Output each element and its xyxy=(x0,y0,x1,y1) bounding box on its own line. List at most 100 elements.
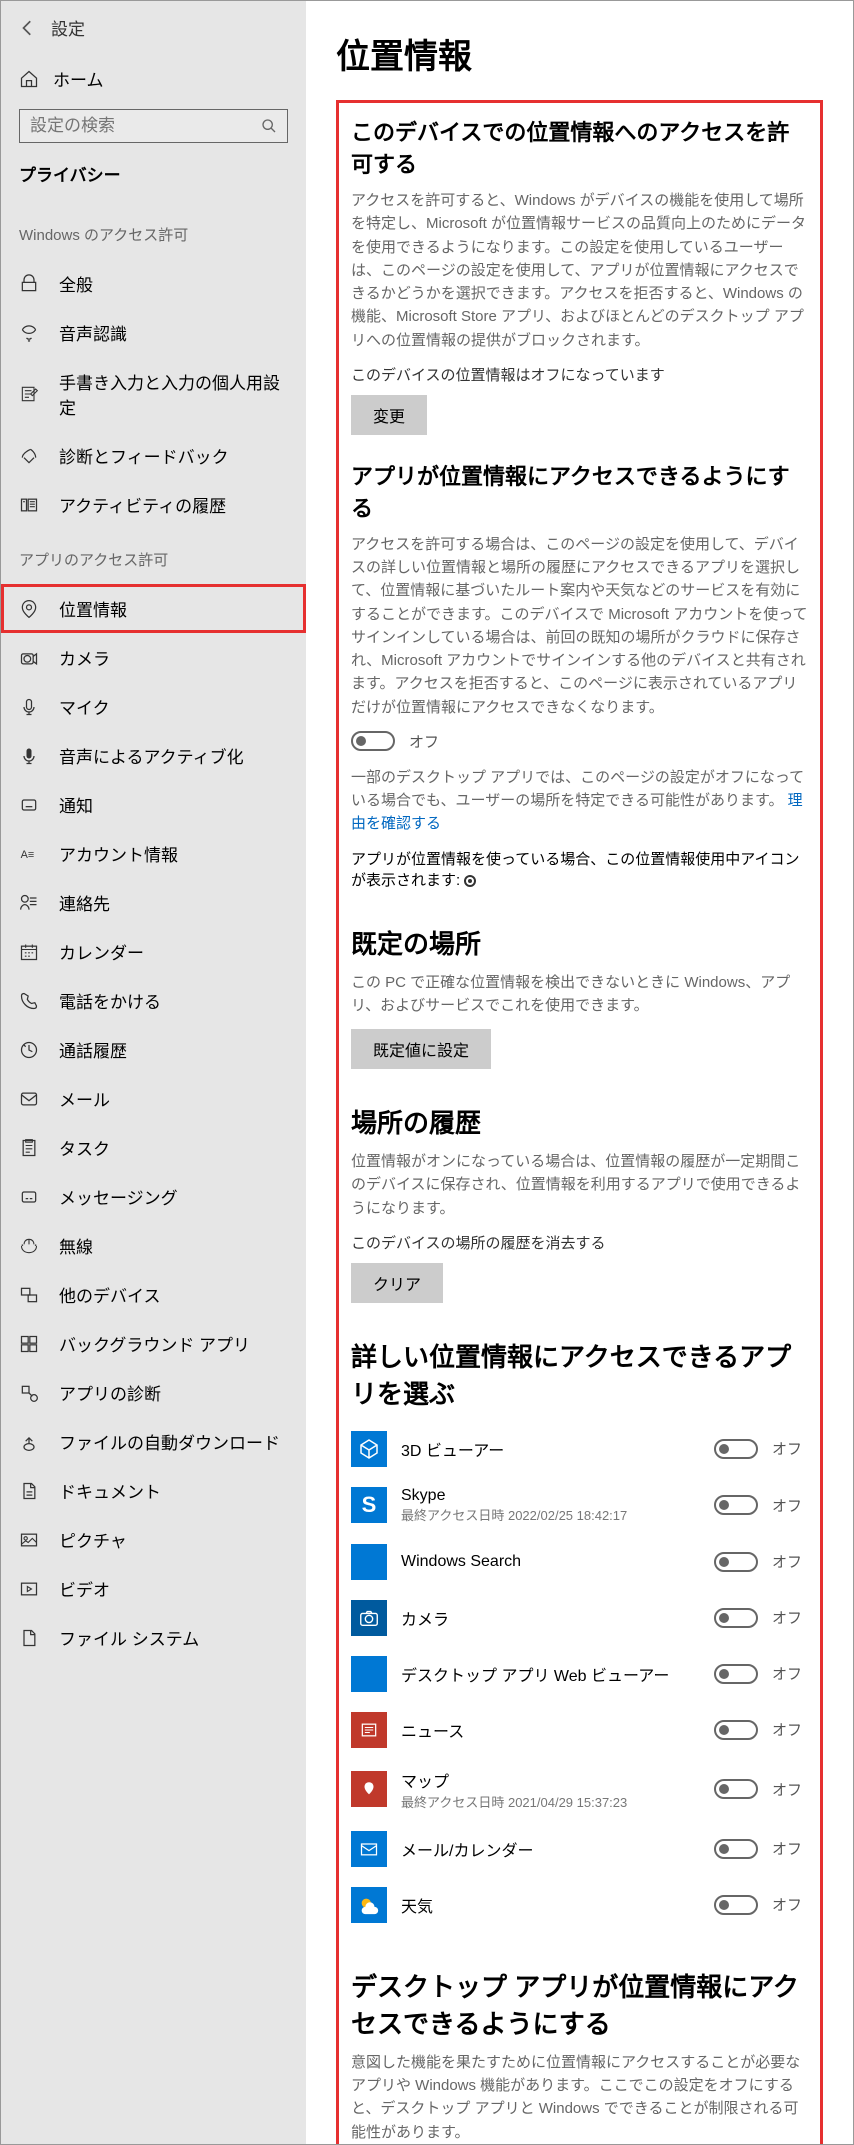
back-button[interactable] xyxy=(19,19,37,37)
sidebar-item[interactable]: 他のデバイス xyxy=(1,1270,306,1319)
sidebar-item-label: バックグラウンド アプリ xyxy=(59,1331,250,1356)
sidebar-item-label: マイク xyxy=(59,694,110,719)
sidebar-item-label: 連絡先 xyxy=(59,890,110,915)
sidebar-item[interactable]: メッセージング xyxy=(1,1172,306,1221)
app-toggle[interactable] xyxy=(714,1552,758,1572)
app-icon xyxy=(351,1771,387,1807)
sidebar-item[interactable]: 音声認識 xyxy=(1,308,306,357)
sidebar-item-icon xyxy=(19,942,39,962)
sidebar-item-icon xyxy=(19,1236,39,1256)
sidebar-item[interactable]: メール xyxy=(1,1074,306,1123)
sidebar-item[interactable]: カレンダー xyxy=(1,927,306,976)
sidebar-item[interactable]: ドキュメント xyxy=(1,1466,306,1515)
sidebar-item-icon xyxy=(19,1089,39,1109)
set-default-button[interactable]: 既定値に設定 xyxy=(351,1029,491,1069)
sidebar-item[interactable]: 音声によるアクティブ化 xyxy=(1,731,306,780)
sidebar-item[interactable]: ピクチャ xyxy=(1,1515,306,1564)
app-last-access: 最終アクセス日時 2021/04/29 15:37:23 xyxy=(401,1792,700,1811)
sidebar-item[interactable]: カメラ xyxy=(1,633,306,682)
app-row: Windows Searchオフ xyxy=(351,1534,808,1590)
sidebar-item-icon xyxy=(19,1530,39,1550)
sidebar-item-icon xyxy=(19,1040,39,1060)
app-toggle[interactable] xyxy=(714,1779,758,1799)
sidebar-item[interactable]: A≡アカウント情報 xyxy=(1,829,306,878)
app-icon: S xyxy=(351,1487,387,1523)
app-row: 天気オフ xyxy=(351,1877,808,1933)
sidebar-item-label: カメラ xyxy=(59,645,110,670)
sidebar-item[interactable]: マイク xyxy=(1,682,306,731)
app-icon xyxy=(351,1656,387,1692)
sidebar-item-icon xyxy=(19,274,39,294)
search-input[interactable] xyxy=(30,116,261,136)
sidebar-item[interactable]: 手書き入力と入力の個人用設定 xyxy=(1,357,306,431)
sidebar-item-label: アプリの診断 xyxy=(59,1380,161,1405)
sidebar-item[interactable]: ビデオ xyxy=(1,1564,306,1613)
sidebar-item-label: ビデオ xyxy=(59,1576,110,1601)
app-name: メール/カレンダー xyxy=(401,1837,700,1861)
sidebar-heading-windows: Windows のアクセス許可 xyxy=(1,204,306,259)
app-last-access: 最終アクセス日時 2022/02/25 18:42:17 xyxy=(401,1505,700,1524)
app-row: カメラオフ xyxy=(351,1590,808,1646)
home-nav[interactable]: ホーム xyxy=(1,58,306,109)
page-title: 位置情報 xyxy=(336,29,823,78)
app-toggle[interactable] xyxy=(714,1439,758,1459)
sidebar-item-icon xyxy=(19,1138,39,1158)
sidebar-item-icon xyxy=(19,1285,39,1305)
sidebar-item[interactable]: 通知 xyxy=(1,780,306,829)
section-choose-apps-title: 詳しい位置情報にアクセスできるアプリを選ぶ xyxy=(351,1337,808,1411)
app-toggle[interactable] xyxy=(714,1839,758,1859)
app-toggle-label: オフ xyxy=(772,1551,808,1572)
sidebar-item-icon xyxy=(19,1628,39,1648)
sidebar-item[interactable]: 通話履歴 xyxy=(1,1025,306,1074)
sidebar-item[interactable]: アプリの診断 xyxy=(1,1368,306,1417)
sidebar-item[interactable]: アクティビティの履歴 xyxy=(1,480,306,529)
sidebar-item[interactable]: 連絡先 xyxy=(1,878,306,927)
app-row: マップ最終アクセス日時 2021/04/29 15:37:23オフ xyxy=(351,1758,808,1821)
sidebar-item[interactable]: タスク xyxy=(1,1123,306,1172)
app-name: ニュース xyxy=(401,1718,700,1742)
device-location-status: このデバイスの位置情報はオフになっています xyxy=(351,364,808,385)
sidebar-item-icon xyxy=(19,746,39,766)
change-button[interactable]: 変更 xyxy=(351,395,427,435)
app-icon xyxy=(351,1431,387,1467)
app-toggle[interactable] xyxy=(714,1608,758,1628)
clear-button[interactable]: クリア xyxy=(351,1263,443,1303)
search-box[interactable] xyxy=(19,109,288,143)
sidebar-item[interactable]: ファイル システム xyxy=(1,1613,306,1662)
app-icon xyxy=(351,1600,387,1636)
location-icon-note: アプリが位置情報を使っている場合、この位置情報使用中アイコンが表示されます: xyxy=(351,848,808,890)
sidebar-item-icon xyxy=(19,697,39,717)
sidebar-heading-apps: アプリのアクセス許可 xyxy=(1,529,306,584)
section-app-access-title: アプリが位置情報にアクセスできるようにする xyxy=(351,459,808,523)
search-icon xyxy=(261,118,277,134)
app-toggle[interactable] xyxy=(714,1895,758,1915)
sidebar-item-label: ファイル システム xyxy=(59,1625,199,1650)
home-icon xyxy=(19,69,39,89)
window-title: 設定 xyxy=(51,15,85,40)
app-toggle[interactable] xyxy=(714,1664,758,1684)
sidebar-item-icon xyxy=(19,495,39,515)
sidebar-item-icon xyxy=(19,1579,39,1599)
app-toggle-label: オフ xyxy=(772,1495,808,1516)
sidebar-item[interactable]: バックグラウンド アプリ xyxy=(1,1319,306,1368)
sidebar-item[interactable]: ファイルの自動ダウンロード xyxy=(1,1417,306,1466)
sidebar-item-label: タスク xyxy=(59,1135,110,1160)
app-toggle[interactable] xyxy=(714,1495,758,1515)
sidebar-item[interactable]: 無線 xyxy=(1,1221,306,1270)
app-name: Skype xyxy=(401,1487,700,1505)
sidebar-item[interactable]: 全般 xyxy=(1,259,306,308)
sidebar-item[interactable]: 位置情報 xyxy=(1,584,306,633)
app-toggle[interactable] xyxy=(714,1720,758,1740)
app-icon xyxy=(351,1712,387,1748)
app-name: デスクトップ アプリ Web ビューアー xyxy=(401,1662,700,1686)
sidebar: 設定 ホーム プライバシー Windows のアクセス許可 全般音声認識手書き入… xyxy=(1,1,306,2144)
sidebar-item-label: 位置情報 xyxy=(59,596,127,621)
sidebar-item-icon xyxy=(19,1383,39,1403)
sidebar-item[interactable]: 電話をかける xyxy=(1,976,306,1025)
sidebar-item[interactable]: 診断とフィードバック xyxy=(1,431,306,480)
sidebar-item-label: 電話をかける xyxy=(59,988,161,1013)
app-name: 天気 xyxy=(401,1893,700,1917)
app-access-toggle[interactable] xyxy=(351,731,395,751)
app-name: カメラ xyxy=(401,1606,700,1630)
sidebar-item-icon xyxy=(19,384,39,404)
